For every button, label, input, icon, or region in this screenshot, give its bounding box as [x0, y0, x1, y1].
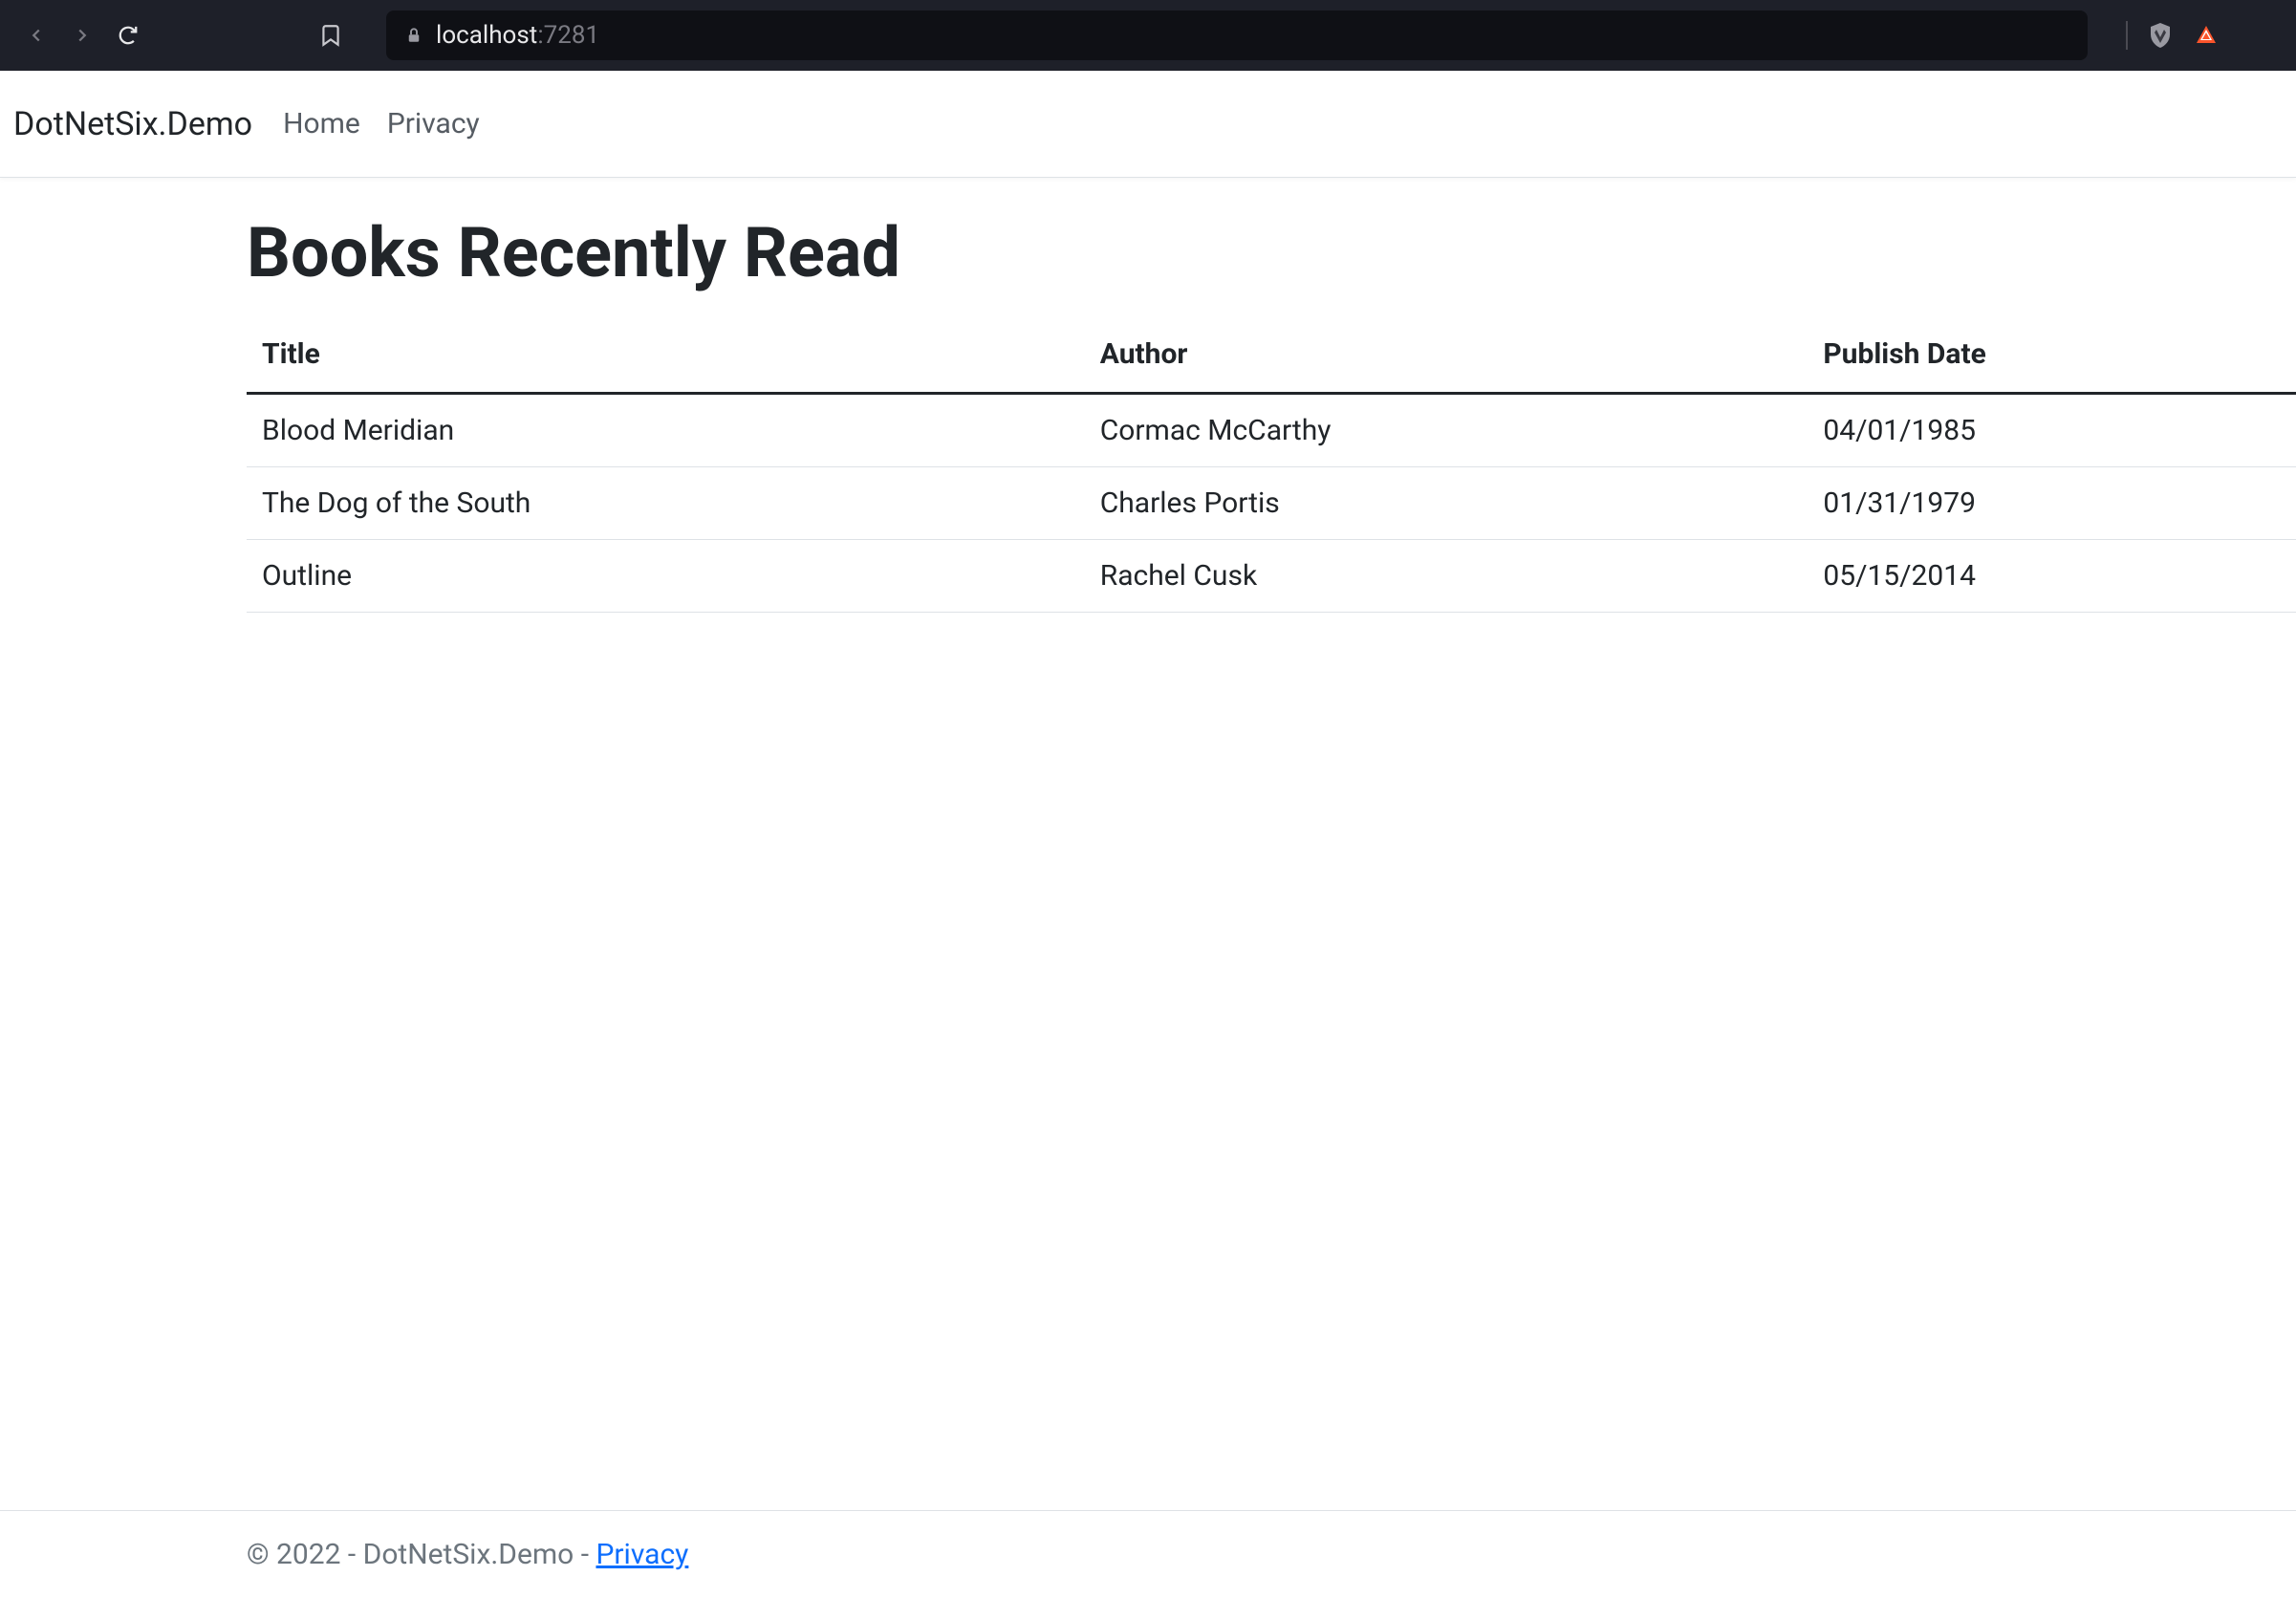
table-header-row: Title Author Publish Date	[247, 322, 2296, 394]
navbar: DotNetSix.Demo Home Privacy	[0, 71, 2296, 178]
page-title: Books Recently Read	[247, 212, 2296, 293]
lock-icon	[405, 27, 422, 44]
cell-publish-date: 01/31/1979	[1808, 467, 2296, 540]
url-text: localhost:7281	[436, 21, 599, 50]
footer: © 2022 - DotNetSix.Demo - Privacy	[0, 1510, 2296, 1598]
cell-title: The Dog of the South	[247, 467, 1085, 540]
url-host: localhost	[436, 21, 537, 50]
brave-shields-icon[interactable]	[2145, 20, 2176, 51]
table-row: The Dog of the South Charles Portis 01/3…	[247, 467, 2296, 540]
forward-button[interactable]	[69, 22, 96, 49]
reload-button[interactable]	[115, 22, 141, 49]
th-title: Title	[247, 322, 1085, 394]
cell-author: Rachel Cusk	[1085, 540, 1809, 613]
th-publish-date: Publish Date	[1808, 322, 2296, 394]
main-content: Books Recently Read Title Author Publish…	[0, 178, 2296, 1510]
cell-publish-date: 05/15/2014	[1808, 540, 2296, 613]
address-bar[interactable]: localhost:7281	[386, 11, 2088, 60]
cell-title: Outline	[247, 540, 1085, 613]
brave-logo-icon[interactable]	[2193, 22, 2220, 49]
nav-link-privacy[interactable]: Privacy	[387, 107, 480, 140]
nav-link-home[interactable]: Home	[283, 107, 360, 140]
cell-title: Blood Meridian	[247, 394, 1085, 467]
table-row: Outline Rachel Cusk 05/15/2014	[247, 540, 2296, 613]
nav-links: Home Privacy	[283, 107, 480, 140]
footer-privacy-link[interactable]: Privacy	[596, 1538, 688, 1571]
books-table: Title Author Publish Date Blood Meridian…	[247, 322, 2296, 613]
brand-link[interactable]: DotNetSix.Demo	[13, 105, 252, 143]
url-port: :7281	[537, 21, 599, 50]
cell-author: Cormac McCarthy	[1085, 394, 1809, 467]
cell-author: Charles Portis	[1085, 467, 1809, 540]
footer-copyright: © 2022 - DotNetSix.Demo -	[247, 1538, 596, 1571]
divider	[2126, 21, 2128, 50]
chrome-right-controls	[2126, 20, 2220, 51]
back-button[interactable]	[23, 22, 50, 49]
cell-publish-date: 04/01/1985	[1808, 394, 2296, 467]
browser-chrome: localhost:7281	[0, 0, 2296, 71]
bookmark-button[interactable]	[314, 18, 348, 53]
th-author: Author	[1085, 322, 1809, 394]
table-row: Blood Meridian Cormac McCarthy 04/01/198…	[247, 394, 2296, 467]
page-content: DotNetSix.Demo Home Privacy Books Recent…	[0, 71, 2296, 1598]
